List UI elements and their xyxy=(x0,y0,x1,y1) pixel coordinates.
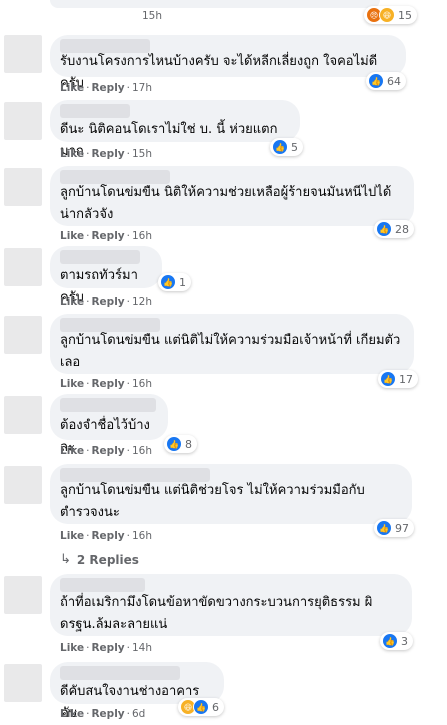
like-reaction-icon: 👍 xyxy=(382,633,398,649)
like-link[interactable]: Like xyxy=(60,230,84,242)
like-link[interactable]: Like xyxy=(60,445,84,457)
avatar[interactable] xyxy=(4,396,42,434)
avatar[interactable] xyxy=(4,102,42,140)
like-link[interactable]: Like xyxy=(60,642,84,654)
like-link[interactable]: Like xyxy=(60,530,84,542)
avatar[interactable] xyxy=(4,466,42,504)
comment-time[interactable]: 17h xyxy=(132,82,152,94)
reaction-summary[interactable]: 😠 😆 15 xyxy=(364,6,417,24)
reply-link[interactable]: Reply xyxy=(91,82,124,94)
like-reaction-icon: 👍 xyxy=(166,436,182,452)
reaction-count: 28 xyxy=(395,222,409,236)
author-name-redacted[interactable] xyxy=(60,666,180,680)
like-reaction-icon: 👍 xyxy=(376,221,392,237)
comment-bubble: ลูกบ้านโดนข่มขืน แต่นิติไม่ให้ความร่วมมื… xyxy=(50,314,414,374)
reply-link[interactable]: Reply xyxy=(91,708,124,720)
reply-link[interactable]: Reply xyxy=(91,378,124,390)
author-name-redacted[interactable] xyxy=(60,104,130,118)
comment-bubble: ถ้าที่อเมริกามึงโดนข้อหาขัดขวางกระบวนการ… xyxy=(50,574,412,636)
reaction-count: 17 xyxy=(399,372,413,386)
comment-actions: Like · Reply · 16h xyxy=(60,445,152,457)
replies-label: 2 Replies xyxy=(76,552,139,567)
comment-time[interactable]: 16h xyxy=(132,378,152,390)
comment-time: 15h xyxy=(142,10,163,22)
comment-time[interactable]: 16h xyxy=(132,230,152,242)
reaction-summary[interactable]: 👍 28 xyxy=(374,220,414,238)
like-reaction-icon: 👍 xyxy=(160,274,176,290)
comment-actions: Like · Reply · 16h xyxy=(60,530,152,542)
like-link[interactable]: Like xyxy=(60,378,84,390)
comment-time[interactable]: 16h xyxy=(132,530,152,542)
like-reaction-icon: 👍 xyxy=(376,520,392,536)
previous-comment-actions: 15h xyxy=(60,10,162,22)
comment-time[interactable]: 14h xyxy=(132,642,152,654)
avatar[interactable] xyxy=(4,168,42,206)
reaction-count: 97 xyxy=(395,521,409,535)
like-link[interactable]: Like xyxy=(60,148,84,160)
comment-actions: Like · Reply · 14h xyxy=(60,642,152,654)
author-name-redacted[interactable] xyxy=(60,578,145,592)
comment-time[interactable]: 16h xyxy=(132,445,152,457)
comment-actions: Like · Reply · 17h xyxy=(60,82,152,94)
reply-link[interactable]: Reply xyxy=(91,296,124,308)
like-link[interactable]: Like xyxy=(60,82,84,94)
avatar[interactable] xyxy=(4,316,42,354)
author-name-redacted[interactable] xyxy=(60,250,140,264)
comment-bubble: ลูกบ้านโดนข่มขืน แต่นิติช่วยโจร ไม่ให้คว… xyxy=(50,464,412,524)
comment-text: ลูกบ้านโดนข่มขืน นิติให้ความช่วยเหลือผู้… xyxy=(60,185,392,222)
like-link[interactable]: Like xyxy=(60,708,84,720)
reply-link[interactable]: Reply xyxy=(91,230,124,242)
reaction-summary[interactable]: 👍 17 xyxy=(378,370,418,388)
view-replies-link[interactable]: ↳ 2 Replies xyxy=(60,552,139,567)
comment-time[interactable]: 6d xyxy=(132,708,145,720)
avatar[interactable] xyxy=(4,35,42,73)
author-name-redacted[interactable] xyxy=(60,398,156,412)
comment-actions: Like · Reply · 12h xyxy=(60,296,152,308)
avatar[interactable] xyxy=(4,664,42,702)
comment-bubble: ต้องจำชื่อไว้บ้างละ xyxy=(50,394,168,455)
reaction-summary[interactable]: 😆 👍 6 xyxy=(178,698,224,716)
reaction-summary[interactable]: 👍 5 xyxy=(270,138,303,156)
like-reaction-icon: 👍 xyxy=(368,73,384,89)
comment-bubble: ตามรถทัวร์มาครับ xyxy=(50,246,162,305)
reaction-count: 15 xyxy=(398,8,412,22)
comment-actions: Like · Reply · 6d xyxy=(60,708,146,720)
previous-comment-bubble xyxy=(50,0,380,8)
reaction-count: 8 xyxy=(185,437,192,451)
like-reaction-icon: 👍 xyxy=(193,699,209,715)
comment-text: ลูกบ้านโดนข่มขืน แต่นิติไม่ให้ความร่วมมื… xyxy=(60,333,401,370)
comment-actions: Like · Reply · 16h xyxy=(60,378,152,390)
reply-arrow-icon: ↳ xyxy=(60,552,71,567)
reply-link[interactable]: Reply xyxy=(91,642,124,654)
comment-text: ลูกบ้านโดนข่มขืน แต่นิติช่วยโจร ไม่ให้คว… xyxy=(60,483,365,520)
reaction-summary[interactable]: 👍 8 xyxy=(164,435,197,453)
haha-reaction-icon: 😆 xyxy=(379,7,395,23)
comment-time[interactable]: 12h xyxy=(132,296,152,308)
comment-actions: Like · Reply · 16h xyxy=(60,230,152,242)
reaction-count: 64 xyxy=(387,74,401,88)
comment-bubble: รับงานโครงการไหนบ้างครับ จะได้หลีกเลี่ยง… xyxy=(50,35,406,91)
comment-actions: Like · Reply · 15h xyxy=(60,148,152,160)
like-reaction-icon: 👍 xyxy=(380,371,396,387)
reaction-summary[interactable]: 👍 64 xyxy=(366,72,406,90)
comment-time[interactable]: 15h xyxy=(132,148,152,160)
reply-link[interactable]: Reply xyxy=(91,530,124,542)
like-link[interactable]: Like xyxy=(60,296,84,308)
comment-text: ถ้าที่อเมริกามึงโดนข้อหาขัดขวางกระบวนการ… xyxy=(60,595,373,632)
reaction-summary[interactable]: 👍 3 xyxy=(380,632,413,650)
reaction-count: 6 xyxy=(212,700,219,714)
reply-link[interactable]: Reply xyxy=(91,445,124,457)
reaction-count: 1 xyxy=(179,275,186,289)
reaction-count: 5 xyxy=(291,140,298,154)
reply-link[interactable]: Reply xyxy=(91,148,124,160)
reaction-summary[interactable]: 👍 1 xyxy=(158,273,191,291)
reaction-count: 3 xyxy=(401,634,408,648)
comment-bubble: ลูกบ้านโดนข่มขืน นิติให้ความช่วยเหลือผู้… xyxy=(50,166,414,226)
reaction-summary[interactable]: 👍 97 xyxy=(374,519,414,537)
avatar[interactable] xyxy=(4,576,42,614)
like-reaction-icon: 👍 xyxy=(272,139,288,155)
comment-bubble: ดีนะ นิติคอนโดเราไม่ใช่ บ. นี้ ห่วยแตกมา… xyxy=(50,100,300,159)
avatar[interactable] xyxy=(4,248,42,286)
